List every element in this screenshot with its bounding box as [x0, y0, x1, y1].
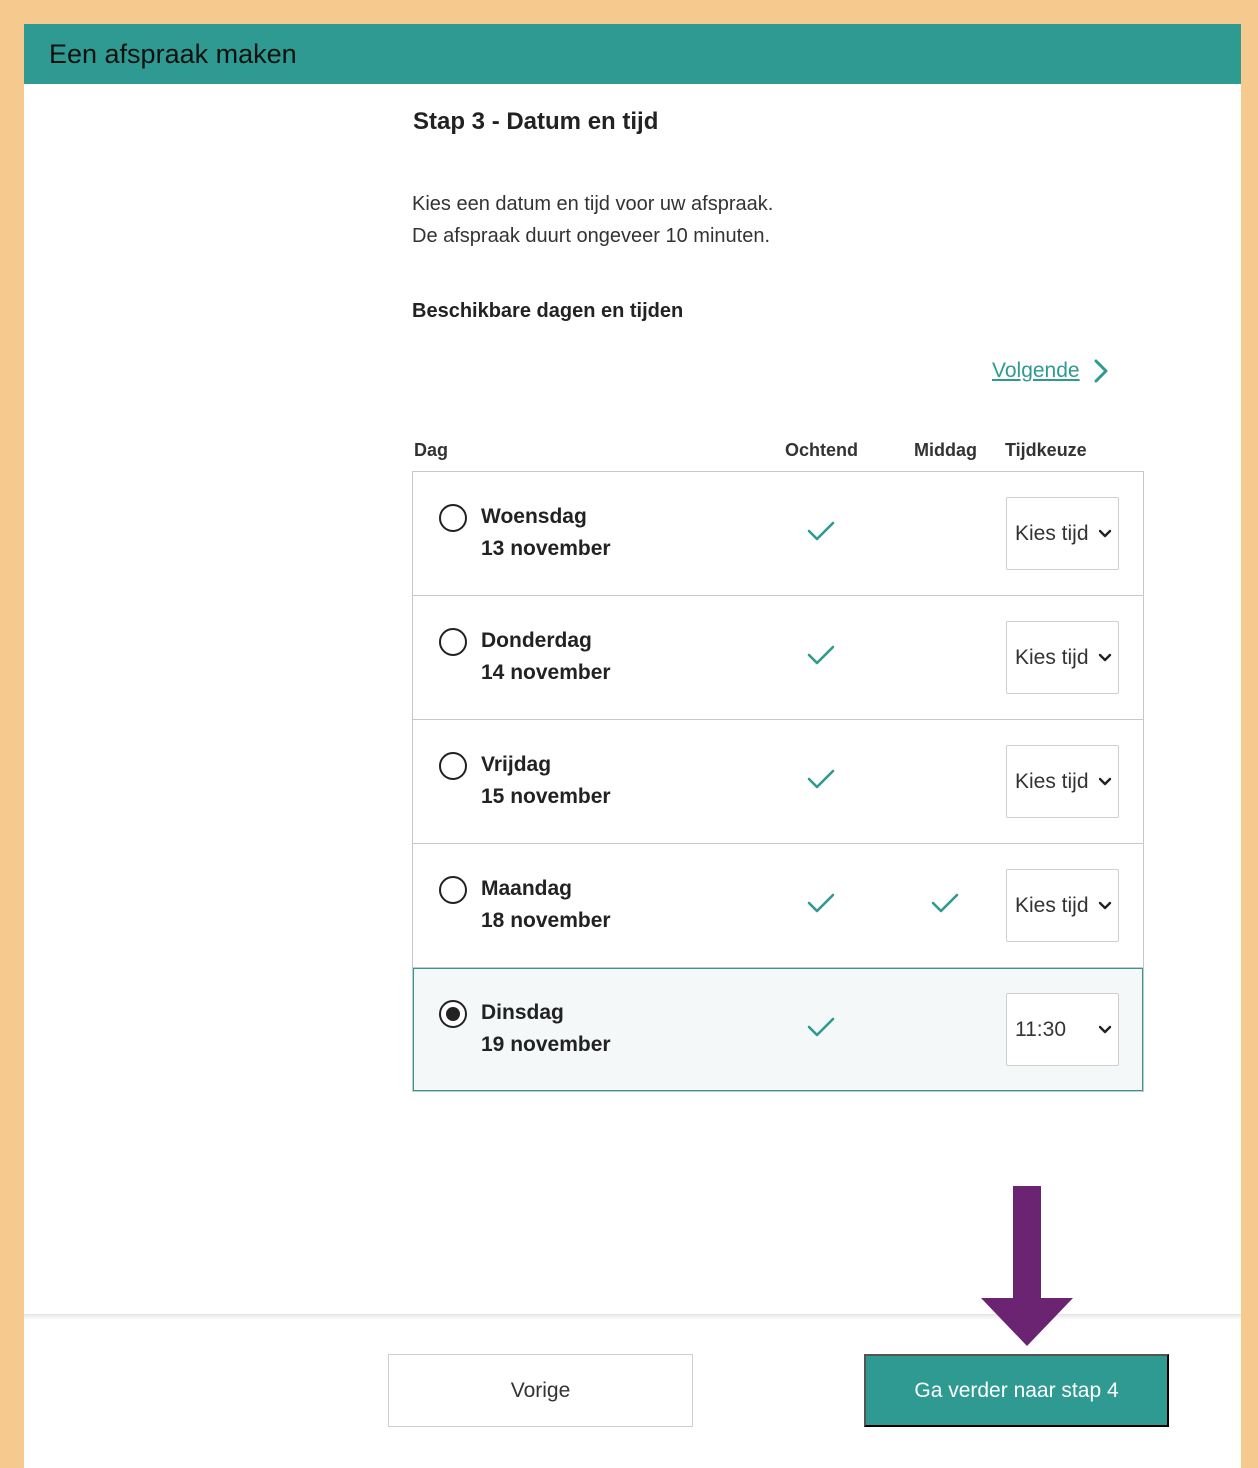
page-title: Een afspraak maken: [49, 38, 297, 69]
check-icon: [931, 892, 959, 919]
arrow-down-icon: [981, 1186, 1073, 1346]
day-date: 13 november: [481, 537, 611, 560]
check-icon: [807, 1016, 835, 1043]
time-select[interactable]: Kies tijd: [1006, 497, 1119, 570]
page-header: Een afspraak maken: [24, 24, 1241, 84]
check-icon: [807, 892, 835, 919]
day-name: Vrijdag: [481, 753, 552, 776]
step-title: Stap 3 - Datum en tijd: [413, 108, 659, 135]
day-name: Woensdag: [481, 505, 587, 528]
time-select[interactable]: Kies tijd: [1006, 869, 1119, 942]
day-name: Donderdag: [481, 629, 592, 652]
chevron-down-icon: [1098, 901, 1112, 909]
check-icon: [807, 520, 835, 547]
intro-line: De afspraak duurt ongeveer 10 minuten.: [412, 225, 770, 247]
time-select[interactable]: Kies tijd: [1006, 621, 1119, 694]
day-radio[interactable]: [439, 504, 467, 532]
check-icon: [807, 768, 835, 795]
intro-line: Kies een datum en tijd voor uw afspraak.: [412, 193, 774, 215]
continue-button[interactable]: Ga verder naar stap 4: [864, 1354, 1169, 1427]
day-row[interactable]: Maandag 18 november Kies tijd: [413, 844, 1143, 968]
day-radio[interactable]: [439, 752, 467, 780]
next-link-label: Volgende: [992, 359, 1080, 382]
day-radio[interactable]: [439, 1000, 467, 1028]
chevron-down-icon: [1098, 529, 1112, 537]
chevron-down-icon: [1098, 653, 1112, 661]
day-name: Dinsdag: [481, 1001, 564, 1024]
column-header-morning: Ochtend: [785, 440, 859, 460]
day-row[interactable]: Dinsdag 19 november 11:30: [413, 968, 1143, 1091]
day-row[interactable]: Woensdag 13 november Kies tijd: [413, 472, 1143, 596]
chevron-down-icon: [1098, 1025, 1112, 1033]
chevron-down-icon: [1098, 777, 1112, 785]
time-select-value: 11:30: [1015, 1017, 1066, 1041]
availability-table: Woensdag 13 november Kies tijd Donderdag 14 …: [412, 471, 1144, 1092]
column-header-afternoon: Middag: [914, 440, 977, 460]
column-header-time: Tijdkeuze: [1005, 440, 1087, 460]
chevron-right-icon: [1094, 359, 1108, 383]
time-select-value: Kies tijd: [1015, 521, 1089, 545]
day-date: 18 november: [481, 909, 611, 932]
page-frame: Een afspraak maken Stap 3 - Datum en tij…: [24, 24, 1241, 1468]
next-week-link[interactable]: Volgende: [992, 359, 1108, 383]
time-select[interactable]: 11:30: [1006, 993, 1119, 1066]
time-select-value: Kies tijd: [1015, 769, 1089, 793]
day-date: 19 november: [481, 1033, 611, 1056]
day-date: 15 november: [481, 785, 611, 808]
day-name: Maandag: [481, 877, 573, 900]
day-radio[interactable]: [439, 628, 467, 656]
column-header-day: Dag: [414, 440, 449, 460]
day-radio[interactable]: [439, 876, 467, 904]
time-select[interactable]: Kies tijd: [1006, 745, 1119, 818]
day-date: 14 november: [481, 661, 611, 684]
day-row[interactable]: Vrijdag 15 november Kies tijd: [413, 720, 1143, 844]
previous-button[interactable]: Vorige: [388, 1354, 693, 1427]
check-icon: [807, 644, 835, 671]
time-select-value: Kies tijd: [1015, 893, 1089, 917]
intro-text: Kies een datum en tijd voor uw afspraak.…: [412, 188, 773, 252]
section-title: Beschikbare dagen en tijden: [412, 300, 684, 322]
day-row[interactable]: Donderdag 14 november Kies tijd: [413, 596, 1143, 720]
time-select-value: Kies tijd: [1015, 645, 1089, 669]
